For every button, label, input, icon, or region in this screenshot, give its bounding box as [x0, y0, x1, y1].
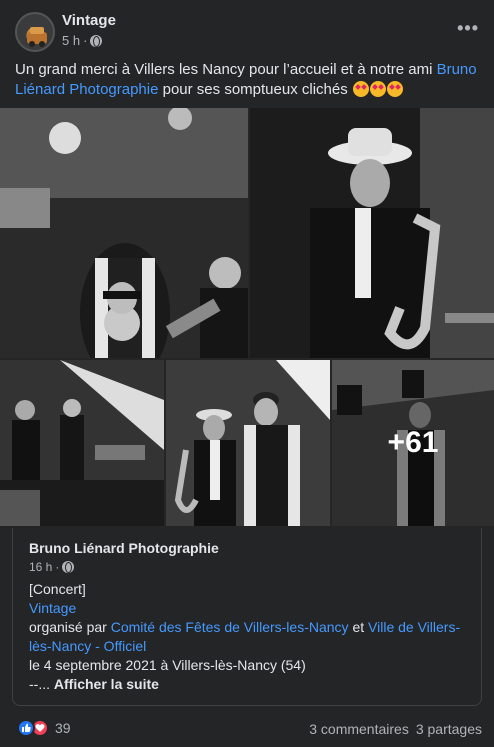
shared-author[interactable]: Bruno Liénard Photographie: [29, 540, 219, 556]
shared-line-date: le 4 septembre 2021 à Villers-lès-Nancy …: [29, 657, 306, 673]
star-struck-emoji-icon: [352, 81, 369, 97]
shared-time[interactable]: 16 h: [29, 560, 52, 574]
comments-count[interactable]: 3 commentaires: [309, 721, 409, 737]
shared-post-card[interactable]: Bruno Liénard Photographie 16 h · [Conce…: [12, 528, 482, 706]
concert-photo-stage-icon: [0, 360, 164, 526]
shared-meta: 16 h ·: [29, 560, 75, 574]
organised-by-text: organisé par: [29, 619, 111, 635]
ellipsis-text: --...: [29, 676, 54, 692]
see-more-link[interactable]: Afficher la suite: [54, 676, 159, 692]
vintage-logo-icon: [27, 27, 47, 47]
engagement-counts: 3 commentaires 3 partages: [309, 721, 482, 737]
post-meta: 5 h ·: [62, 33, 103, 48]
star-struck-emoji-icon: [369, 81, 386, 97]
and-text: et: [348, 619, 369, 635]
post-time[interactable]: 5 h: [62, 33, 80, 48]
post-text-after: pour ses somptueux clichés: [158, 81, 352, 98]
vintage-link[interactable]: Vintage: [29, 600, 76, 616]
concert-photo-duo-icon: [166, 360, 330, 526]
reactions-summary[interactable]: 39: [17, 719, 71, 737]
star-struck-emoji-icon: [386, 81, 403, 97]
like-icon: [17, 719, 35, 737]
comite-link[interactable]: Comité des Fêtes de Villers-les-Nancy: [111, 619, 349, 635]
concert-photo-singer-icon: [0, 108, 248, 358]
photo-5[interactable]: +61: [332, 360, 494, 526]
post-text-before: Un grand merci à Villers les Nancy pour …: [15, 61, 437, 78]
photo-1[interactable]: [0, 108, 248, 358]
concert-photo-saxophonist-icon: [250, 108, 494, 358]
post-header: Vintage 5 h · •••: [0, 0, 494, 60]
globe-icon: [62, 561, 75, 573]
more-photos-overlay[interactable]: +61: [332, 360, 494, 526]
photo-3[interactable]: [0, 360, 164, 526]
meta-separator: ·: [83, 33, 88, 48]
photo-2[interactable]: [250, 108, 494, 358]
reaction-count: 39: [55, 720, 71, 736]
post-text: Un grand merci à Villers les Nancy pour …: [15, 60, 479, 100]
shared-body: [Concert] Vintage organisé par Comité de…: [29, 580, 469, 694]
shares-count[interactable]: 3 partages: [416, 721, 482, 737]
more-photos-count: +61: [387, 426, 439, 459]
page-name[interactable]: Vintage: [62, 12, 116, 29]
shared-meta-separator: ·: [55, 560, 60, 574]
shared-line-concert: [Concert]: [29, 581, 86, 597]
photo-4[interactable]: [166, 360, 330, 526]
more-options-button[interactable]: •••: [457, 18, 479, 39]
page-avatar[interactable]: [15, 12, 55, 52]
globe-icon: [90, 34, 103, 47]
post-footer: 39 3 commentaires 3 partages: [0, 710, 494, 747]
